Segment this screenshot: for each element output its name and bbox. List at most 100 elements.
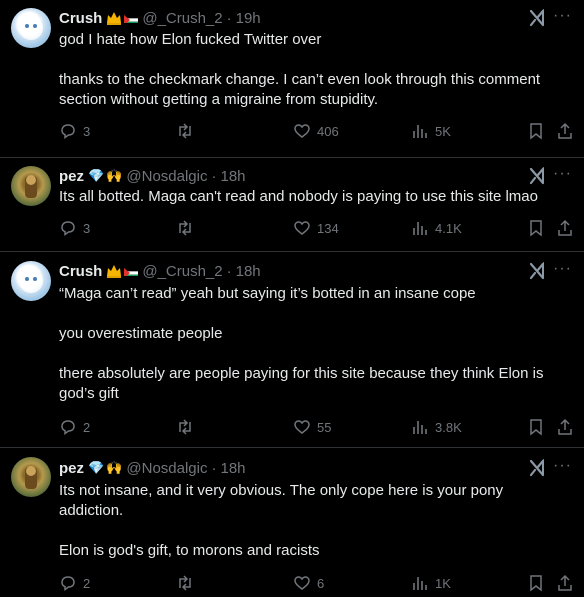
handle[interactable]: @Nosdalgic [126, 460, 207, 477]
view-count: 5K [435, 123, 451, 139]
repost-button[interactable] [176, 219, 194, 237]
like-count: 55 [317, 419, 332, 435]
separator-dot: · [226, 9, 232, 27]
views-button[interactable]: 5K [411, 122, 451, 140]
share-icon[interactable] [556, 219, 574, 237]
grok-icon[interactable] [528, 262, 546, 280]
more-options-button[interactable]: ··· [553, 457, 572, 475]
views-button[interactable]: 3.8K [411, 418, 462, 436]
heart-icon [294, 124, 310, 138]
tweet-header: Crush @_Crush_2 · 18h [59, 261, 261, 281]
separator-dot: · [226, 262, 232, 280]
text-line: Its not insane, and it very obvious. The… [59, 482, 504, 499]
bookmark-icon[interactable] [527, 219, 545, 237]
timestamp[interactable]: 18h [236, 263, 261, 280]
name-badges [106, 11, 139, 25]
display-name[interactable]: pez [59, 460, 84, 477]
grok-icon[interactable] [528, 9, 546, 27]
bookmark-icon[interactable] [527, 574, 545, 592]
repost-icon [179, 419, 191, 435]
like-button[interactable]: 406 [293, 122, 339, 140]
views-icon [413, 421, 427, 434]
palestine-flag-icon [124, 266, 139, 276]
tweet[interactable]: pez 💎 🙌 @Nosdalgic · 18h ··· Its all bot… [0, 158, 584, 252]
text-line [59, 344, 574, 364]
share-icon[interactable] [556, 574, 574, 592]
reply-button[interactable]: 2 [59, 574, 90, 592]
avatar[interactable] [11, 166, 51, 206]
separator-dot: · [211, 459, 217, 477]
reply-button[interactable]: 3 [59, 219, 90, 237]
views-button[interactable]: 1K [411, 574, 451, 592]
timestamp[interactable]: 19h [236, 10, 261, 27]
text-line: section without getting a migraine from … [59, 91, 379, 108]
display-name[interactable]: Crush [59, 263, 102, 280]
handle[interactable]: @Nosdalgic [126, 168, 207, 185]
share-icon[interactable] [556, 122, 574, 140]
palestine-flag-icon [124, 13, 139, 23]
crown-icon [107, 265, 122, 278]
tweet[interactable]: Crush @_Crush_2 · 18h ··· “Maga can’t re… [0, 252, 584, 448]
view-count: 4.1K [435, 220, 462, 236]
like-count: 134 [317, 220, 339, 236]
action-bar: 3 406 5K [59, 122, 579, 142]
grok-icon[interactable] [528, 167, 546, 185]
bookmark-icon[interactable] [527, 122, 545, 140]
views-icon [413, 577, 427, 590]
more-options-button[interactable]: ··· [553, 7, 572, 25]
avatar[interactable] [11, 261, 51, 301]
timestamp[interactable]: 18h [220, 168, 245, 185]
handle[interactable]: @_Crush_2 [142, 263, 222, 280]
reply-button[interactable]: 2 [59, 418, 90, 436]
repost-button[interactable] [176, 574, 194, 592]
text-line: “Maga can’t read” yeah but saying it’s b… [59, 285, 476, 302]
repost-icon [179, 123, 191, 139]
views-button[interactable]: 4.1K [411, 219, 462, 237]
reply-button[interactable]: 3 [59, 122, 90, 140]
text-line [59, 50, 574, 70]
view-count: 3.8K [435, 419, 462, 435]
repost-icon [179, 220, 191, 236]
reply-count: 2 [83, 419, 91, 435]
tweet-text: Its all botted. Maga can't read and nobo… [59, 187, 574, 207]
view-count: 1K [435, 575, 451, 591]
action-bar: 3 134 4.1K [59, 219, 579, 239]
avatar-art-icon [25, 175, 37, 198]
action-bar: 2 6 1K [59, 574, 579, 594]
like-button[interactable]: 55 [293, 418, 331, 436]
gem-icon: 💎 [88, 460, 105, 475]
heart-icon [294, 420, 310, 434]
more-options-button[interactable]: ··· [553, 260, 572, 278]
more-options-button[interactable]: ··· [553, 165, 572, 183]
repost-button[interactable] [176, 418, 194, 436]
display-name[interactable]: Crush [59, 10, 102, 27]
reply-count: 2 [83, 575, 91, 591]
avatar-art-icon [19, 269, 43, 293]
like-count: 406 [317, 123, 339, 139]
tweet[interactable]: Crush @_Crush_2 · 19h ··· god I hate how… [0, 0, 584, 158]
action-bar: 2 55 3.8K [59, 418, 579, 438]
raised-hands-icon: 🙌 [106, 460, 123, 475]
avatar[interactable] [11, 457, 51, 497]
repost-button[interactable] [176, 122, 194, 140]
heart-icon [294, 576, 310, 590]
bookmark-icon[interactable] [527, 418, 545, 436]
text-line: thanks to the checkmark change. I can’t … [59, 71, 541, 88]
like-count: 6 [317, 575, 325, 591]
views-icon [413, 222, 427, 235]
avatar[interactable] [11, 8, 51, 48]
tweet-text: god I hate how Elon fucked Twitter over … [59, 30, 574, 110]
timestamp[interactable]: 18h [220, 460, 245, 477]
reply-icon [61, 420, 75, 435]
reply-icon [61, 124, 75, 139]
display-name[interactable]: pez [59, 168, 84, 185]
tweet[interactable]: pez 💎 🙌 @Nosdalgic · 18h ··· Its not ins… [0, 448, 584, 597]
heart-icon [294, 221, 310, 235]
gem-icon: 💎 [88, 168, 105, 183]
handle[interactable]: @_Crush_2 [142, 10, 222, 27]
share-icon[interactable] [556, 418, 574, 436]
separator-dot: · [211, 167, 217, 185]
grok-icon[interactable] [528, 459, 546, 477]
like-button[interactable]: 134 [293, 219, 339, 237]
like-button[interactable]: 6 [293, 574, 324, 592]
